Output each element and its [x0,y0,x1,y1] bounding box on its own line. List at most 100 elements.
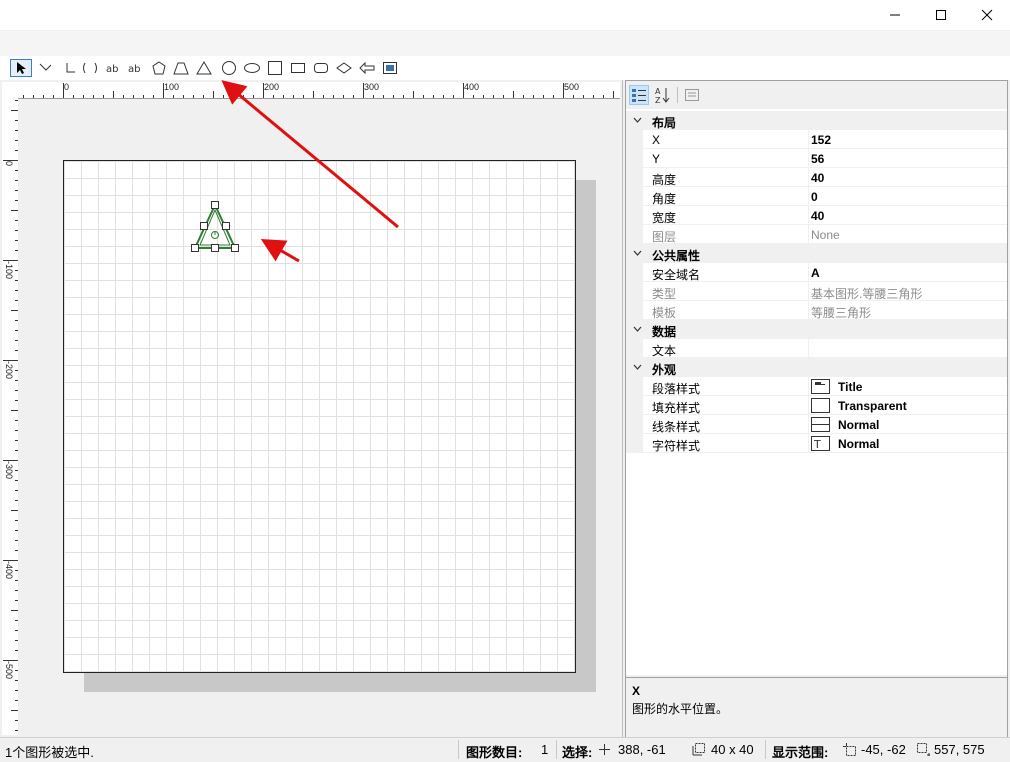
circle-tool[interactable] [219,59,239,77]
property-row[interactable]: 安全域名 A [626,263,1007,282]
property-row[interactable]: 字符样式 T Normal [626,434,1007,453]
property-value[interactable]: Transparent [838,399,907,413]
square-tool[interactable] [265,59,285,77]
isosceles-triangle-tool[interactable] [194,59,214,77]
drawing-canvas[interactable] [18,99,620,735]
property-value[interactable]: 56 [811,152,824,166]
trapezoid-tool[interactable] [172,59,190,77]
property-row[interactable]: 模板 等腰三角形 [626,301,1007,320]
status-separator [556,740,557,759]
selection-size: 40 x 40 [711,742,754,757]
divider [808,282,809,301]
select-pointer-tool[interactable] [10,59,32,77]
property-row[interactable]: Y 56 [626,149,1007,168]
status-separator [458,740,459,759]
image-tool[interactable] [380,59,400,77]
property-value[interactable]: 152 [811,133,831,147]
divider [808,263,809,282]
minimize-button[interactable] [872,0,918,30]
alphabetical-button[interactable]: A Z [652,85,672,105]
row-gutter [626,282,643,301]
property-row[interactable]: X 152 [626,130,1007,149]
row-gutter [626,377,643,396]
status-bar: 1个图形被选中. 图形数目: 1 选择: 388, -61 40 x 40 显示… [0,737,1010,762]
hruler-label: 0 [64,82,70,92]
collapse-icon [633,326,642,332]
view-range-label: 显示范围: [772,745,829,760]
text-box-icon: ab [128,64,140,74]
connector-tool[interactable] [38,59,54,77]
property-row[interactable]: 段落样式 Title [626,377,1007,396]
divider [808,130,809,149]
triangle-icon [196,61,212,75]
text-label-tool[interactable]: ab [104,59,124,77]
svg-text:ab: ab [128,64,140,74]
fill-style-swatch [811,398,830,413]
property-value[interactable]: 0 [811,190,818,204]
pentagon-tool[interactable] [150,59,168,77]
property-row[interactable]: 角度 0 [626,187,1007,206]
property-value[interactable]: Normal [838,437,879,451]
property-value[interactable]: 40 [811,171,824,185]
divider [808,434,809,453]
category-layout[interactable]: 布局 [626,111,1007,130]
arc-tool[interactable] [80,59,100,77]
divider [808,377,809,396]
diamond-tool[interactable] [334,59,354,77]
property-pages-button[interactable] [682,85,702,105]
category-data[interactable]: 数据 [626,320,1007,339]
image-icon [383,62,397,74]
divider [808,301,809,320]
selected-triangle-shape[interactable] [188,200,244,254]
drawing-page[interactable] [63,160,576,673]
vertical-ruler-ticks [3,100,18,731]
ellipse-tool[interactable] [242,59,262,77]
divider [808,339,809,358]
property-row[interactable]: 图层 None [626,225,1007,244]
divider [808,415,809,434]
property-name: X [652,133,661,147]
divider [808,149,809,168]
property-value[interactable]: A [811,266,820,280]
property-row[interactable]: 线条样式 Normal [626,415,1007,434]
rounded-rectangle-tool[interactable] [311,59,331,77]
connector-icon [39,63,52,71]
row-gutter [626,187,643,206]
properties-toolbar: A Z [626,81,1007,109]
svg-text:A: A [655,87,661,96]
left-arrow-tool[interactable] [357,59,377,77]
extent-icon [917,743,930,756]
vruler-label: -400 [4,561,14,580]
property-value[interactable]: 40 [811,209,824,223]
circle-icon [222,61,236,75]
text-label-icon: ab [106,64,118,74]
divider [808,187,809,206]
close-button[interactable] [964,0,1010,30]
property-grid[interactable]: 布局 X 152 Y 56 高度 40 角度 0 宽度 40 图层 None 公… [626,109,1007,675]
property-row[interactable]: 文本 [626,339,1007,358]
vruler-label: 0 [4,161,14,167]
horizontal-ruler: 0 100 200 300 400 500 [18,82,620,99]
property-value[interactable]: Normal [838,418,879,432]
property-row[interactable]: 宽度 40 [626,206,1007,225]
category-common[interactable]: 公共属性 [626,244,1007,263]
polyline-tool[interactable] [62,59,78,77]
property-row[interactable]: 填充样式 Transparent [626,396,1007,415]
category-appearance[interactable]: 外观 [626,358,1007,377]
row-gutter [626,130,643,149]
collapse-icon [633,250,642,256]
char-style-swatch: T [811,436,830,451]
property-value[interactable]: Title [838,380,862,394]
vruler-label: -100 [4,261,14,280]
property-row[interactable]: 类型 基本图形.等腰三角形 [626,282,1007,301]
rectangle-tool[interactable] [288,59,308,77]
view-extent: 557, 575 [934,742,985,757]
text-box-tool[interactable]: ab [126,59,146,77]
maximize-button[interactable] [918,0,964,30]
property-row[interactable]: 高度 40 [626,168,1007,187]
diamond-icon [336,62,352,74]
category-name: 数据 [652,325,677,339]
categorized-button[interactable] [629,85,649,105]
menu-strip [0,30,1010,57]
property-description: X 图形的水平位置。 [626,677,1007,737]
